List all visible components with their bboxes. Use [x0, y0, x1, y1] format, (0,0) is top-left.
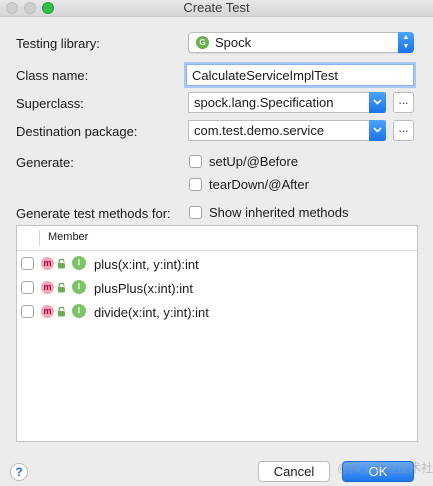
testing-library-select[interactable]: G Spock ▲ ▼ — [188, 32, 414, 53]
generate-methods-label: Generate test methods for: — [16, 206, 171, 221]
class-name-input[interactable] — [186, 64, 414, 86]
lock-icon — [58, 259, 65, 269]
row-checkbox[interactable] — [21, 281, 34, 294]
lock-icon — [58, 283, 65, 293]
spock-icon: G — [196, 36, 209, 49]
column-divider[interactable] — [39, 230, 40, 246]
chevron-down-icon[interactable] — [369, 120, 386, 141]
destination-package-combo[interactable]: com.test.demo.service — [188, 120, 386, 141]
window-title: Create Test — [183, 0, 250, 15]
method-icon: m — [41, 281, 54, 294]
setup-checkbox[interactable] — [189, 155, 202, 168]
superclass-label: Superclass: — [16, 96, 84, 111]
create-test-dialog: Create Test Testing library: G Spock ▲ ▼ … — [0, 0, 433, 486]
testing-library-label: Testing library: — [16, 36, 100, 51]
table-row[interactable]: m I plusPlus(x:int):int — [17, 276, 417, 300]
superclass-browse-button[interactable]: ... — [393, 92, 414, 113]
row-checkbox[interactable] — [21, 305, 34, 318]
help-button[interactable]: ? — [10, 463, 28, 481]
interface-icon: I — [72, 280, 86, 294]
table-row[interactable]: m I plus(x:int, y:int):int — [17, 252, 417, 276]
interface-icon: I — [72, 304, 86, 318]
title-bar: Create Test — [0, 0, 433, 17]
destination-package-label: Destination package: — [16, 124, 138, 139]
method-signature: plusPlus(x:int):int — [94, 281, 193, 296]
cancel-button[interactable]: Cancel — [258, 461, 330, 482]
teardown-label: tearDown/@After — [209, 177, 309, 192]
testing-library-value: Spock — [215, 35, 252, 50]
superclass-value: spock.lang.Specification — [194, 95, 334, 110]
setup-label: setUp/@Before — [209, 154, 299, 169]
method-signature: plus(x:int, y:int):int — [94, 257, 199, 272]
superclass-combo[interactable]: spock.lang.Specification — [188, 92, 386, 113]
lock-icon — [58, 307, 65, 317]
destination-package-value: com.test.demo.service — [194, 123, 325, 138]
members-table: Member m I plus(x:int, y:int):int m I pl… — [16, 225, 418, 442]
destination-package-browse-button[interactable]: ... — [393, 120, 414, 141]
teardown-checkbox[interactable] — [189, 178, 202, 191]
show-inherited-checkbox[interactable] — [189, 206, 202, 219]
interface-icon: I — [72, 256, 86, 270]
table-header: Member — [17, 226, 417, 251]
show-inherited-label: Show inherited methods — [209, 205, 349, 220]
method-icon: m — [41, 305, 54, 318]
method-signature: divide(x:int, y:int):int — [94, 305, 209, 320]
method-icon: m — [41, 257, 54, 270]
watermark: @稀土掘金技术社区 — [337, 461, 433, 475]
class-name-label: Class name: — [16, 68, 89, 83]
table-row[interactable]: m I divide(x:int, y:int):int — [17, 300, 417, 324]
chevron-down-icon[interactable] — [369, 92, 386, 113]
row-checkbox[interactable] — [21, 257, 34, 270]
updown-chevron-icon: ▲ ▼ — [398, 32, 414, 53]
member-column-header[interactable]: Member — [48, 231, 88, 243]
generate-label: Generate: — [16, 155, 74, 170]
